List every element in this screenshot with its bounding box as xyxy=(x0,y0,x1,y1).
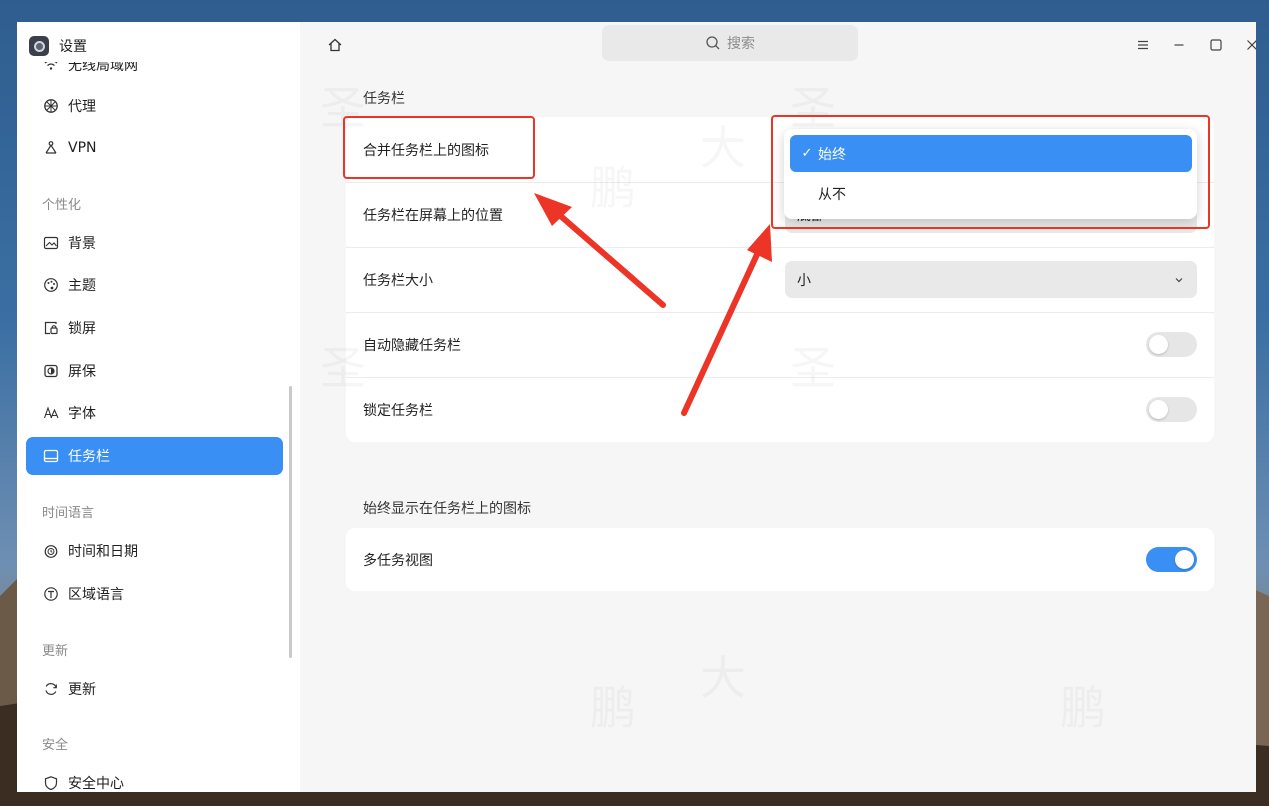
sidebar-group-update: 更新 xyxy=(42,644,69,659)
watermark: 鹏 xyxy=(1060,672,1106,738)
refresh-icon xyxy=(43,681,59,697)
lock-taskbar-toggle[interactable] xyxy=(1146,397,1197,422)
multitask-view-toggle[interactable] xyxy=(1146,547,1197,572)
row-label-position: 任务栏在屏幕上的位置 xyxy=(363,207,503,224)
settings-app-icon xyxy=(29,36,49,56)
sidebar-item-label: 锁屏 xyxy=(68,321,96,337)
sidebar-group-security: 安全 xyxy=(42,738,69,753)
menu-icon xyxy=(1138,40,1148,50)
sidebar-item-datetime[interactable]: 时间和日期 xyxy=(26,532,283,570)
sidebar-item-label: 主题 xyxy=(68,278,96,294)
lockscreen-icon xyxy=(43,320,59,336)
sidebar-item-label: 时间和日期 xyxy=(68,544,138,560)
highlight-box-dropdown xyxy=(771,115,1210,229)
row-label-multitask-view: 多任务视图 xyxy=(363,552,433,569)
size-select[interactable]: 小 xyxy=(785,261,1197,298)
sidebar-item-label: 安全中心 xyxy=(68,776,124,792)
section-title-taskbar: 任务栏 xyxy=(363,91,405,107)
sidebar-item-label: 无线局域网 xyxy=(68,62,138,74)
close-icon xyxy=(1247,40,1256,50)
sidebar-item-wallpaper[interactable]: 背景 xyxy=(26,224,283,262)
sidebar-group-time-language: 时间语言 xyxy=(42,506,95,521)
sidebar-item-label: 屏保 xyxy=(68,364,96,380)
palette-icon xyxy=(43,277,59,293)
search-input[interactable]: 搜索 xyxy=(602,25,858,61)
chevron-down-icon xyxy=(1175,277,1183,282)
app-title: 设置 xyxy=(59,39,87,55)
sidebar-item-region-language[interactable]: 区域语言 xyxy=(26,575,283,613)
home-icon xyxy=(328,38,342,52)
globe-icon xyxy=(43,586,59,602)
row-lock-taskbar: 锁定任务栏 xyxy=(346,377,1214,442)
sidebar-item-label: 字体 xyxy=(68,406,96,422)
row-size: 任务栏大小 小 xyxy=(346,247,1214,312)
sidebar-item-label: 代理 xyxy=(68,99,96,115)
row-label-size: 任务栏大小 xyxy=(363,272,433,289)
sidebar-item-font[interactable]: 字体 xyxy=(26,394,283,432)
section-title-always-show: 始终显示在任务栏上的图标 xyxy=(363,501,531,517)
search-icon xyxy=(706,36,720,50)
always-show-card: 多任务视图 xyxy=(346,528,1214,591)
sidebar-item-update[interactable]: 更新 xyxy=(26,670,283,708)
size-select-value: 小 xyxy=(797,272,811,289)
screensaver-icon xyxy=(43,363,59,379)
close-button[interactable] xyxy=(1241,34,1256,56)
sidebar-item-label: 更新 xyxy=(68,682,96,698)
maximize-icon xyxy=(1210,39,1222,51)
sidebar-item-wifi[interactable]: 无线局域网 xyxy=(26,62,283,84)
sidebar-item-vpn[interactable]: VPN xyxy=(26,129,283,167)
sidebar-item-theme[interactable]: 主题 xyxy=(26,266,283,304)
shield-icon xyxy=(43,775,59,791)
home-button[interactable] xyxy=(324,34,346,56)
sidebar-group-personalization: 个性化 xyxy=(42,198,82,213)
sidebar-item-label: 背景 xyxy=(68,236,96,252)
wallpaper-icon xyxy=(43,235,59,251)
wifi-icon xyxy=(43,62,59,73)
row-autohide: 自动隐藏任务栏 xyxy=(346,312,1214,377)
menu-button[interactable] xyxy=(1132,34,1154,56)
sidebar-item-label: 任务栏 xyxy=(68,449,110,465)
taskbar-icon xyxy=(43,448,59,464)
sidebar-item-screensaver[interactable]: 屏保 xyxy=(26,352,283,390)
row-label-autohide: 自动隐藏任务栏 xyxy=(363,337,461,354)
sidebar-item-taskbar[interactable]: 任务栏 xyxy=(26,437,283,475)
sidebar-item-lockscreen[interactable]: 锁屏 xyxy=(26,309,283,347)
sidebar-item-label: 区域语言 xyxy=(68,587,124,603)
font-icon xyxy=(43,405,59,421)
app-header: 设置 xyxy=(29,35,87,57)
minimize-icon xyxy=(1174,44,1184,46)
search-placeholder: 搜索 xyxy=(727,36,755,52)
minimize-button[interactable] xyxy=(1168,34,1190,56)
highlight-box-setting-label xyxy=(343,116,535,179)
row-label-lock-taskbar: 锁定任务栏 xyxy=(363,402,433,419)
vpn-icon xyxy=(43,140,59,156)
clock-icon xyxy=(43,543,59,559)
sidebar-item-security-center[interactable]: 安全中心 xyxy=(26,764,283,792)
maximize-button[interactable] xyxy=(1205,34,1227,56)
sidebar-item-label: VPN xyxy=(68,140,97,156)
sidebar: 设置 无线局域网 代理 VPN 个性化 背景 主题 锁屏 屏保 字体 任务栏 时… xyxy=(17,22,300,792)
watermark: 鹏 xyxy=(590,672,636,738)
sidebar-item-proxy[interactable]: 代理 xyxy=(26,87,283,125)
row-multitask-view: 多任务视图 xyxy=(346,528,1214,591)
watermark: 大 xyxy=(700,642,746,708)
autohide-toggle[interactable] xyxy=(1146,332,1197,357)
sidebar-scrollbar[interactable] xyxy=(289,386,292,658)
sidebar-scroll-area: 无线局域网 代理 VPN 个性化 背景 主题 锁屏 屏保 字体 任务栏 时间语言… xyxy=(17,62,300,792)
proxy-icon xyxy=(43,98,59,114)
